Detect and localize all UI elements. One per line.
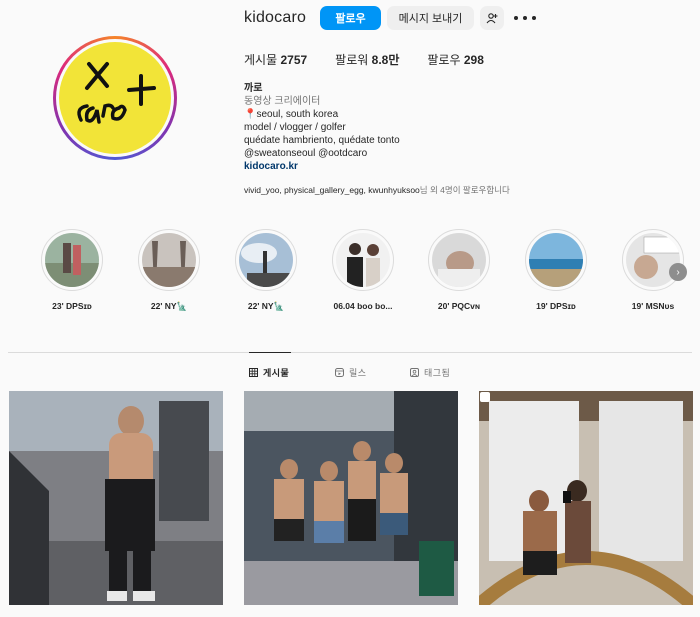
more-options-button[interactable]	[514, 10, 536, 26]
tab-label: 릴스	[349, 368, 367, 378]
highlight-ring	[332, 229, 394, 291]
highlight-label: 22' NY🗽	[150, 301, 188, 311]
chevron-right-icon: ›	[676, 266, 680, 278]
profile-avatar[interactable]	[53, 36, 177, 160]
highlight-item[interactable]: 19' MSNᴜs	[622, 229, 684, 311]
highlight-cover	[336, 233, 390, 287]
tab-active-indicator	[249, 352, 291, 353]
add-user-button[interactable]	[480, 6, 504, 30]
highlight-ring	[428, 229, 490, 291]
tab-divider	[8, 352, 692, 353]
profile-stats: 게시물 2757 팔로워 8.8만 팔로우 298	[244, 51, 512, 68]
more-icon-dot	[532, 16, 536, 20]
stat-value: 8.8만	[371, 53, 400, 67]
highlight-ring	[41, 229, 103, 291]
username: kidocaro	[244, 9, 307, 26]
highlights-next-button[interactable]: ›	[669, 263, 687, 281]
stat-posts: 게시물 2757	[244, 51, 307, 68]
highlight-item[interactable]: 22' NY🗽	[235, 229, 297, 311]
add-user-icon	[486, 13, 498, 24]
display-name: 까로	[244, 83, 263, 94]
avatar-image	[59, 42, 171, 154]
highlight-label: 19' MSNᴜs	[631, 301, 675, 311]
highlight-label: 22' NY🗽	[247, 301, 285, 311]
post-thumbnail[interactable]	[479, 391, 693, 605]
highlight-label: 23' DPSɪᴅ	[52, 301, 92, 311]
pin-icon: 📍	[244, 109, 257, 120]
bio-line: model / vlogger / golfer	[244, 122, 346, 133]
follow-button[interactable]: 팔로우	[320, 6, 381, 30]
tab-label: 태그됨	[424, 368, 451, 378]
stat-label: 팔로우	[427, 53, 461, 67]
tab-tagged[interactable]: 태그됨	[410, 366, 450, 379]
reels-icon	[335, 368, 344, 377]
highlight-item[interactable]: 19' DPSɪᴅ	[525, 229, 587, 311]
highlight-ring	[622, 229, 684, 291]
highlight-item[interactable]: 06.04 boo bo...	[332, 229, 394, 311]
highlight-cover	[45, 233, 99, 287]
bio-text: seoul, south korea	[256, 109, 339, 120]
highlight-cover	[432, 233, 486, 287]
tagged-icon	[410, 368, 419, 377]
highlight-label: 20' PQCᴠɴ	[437, 301, 481, 311]
highlight-cover	[529, 233, 583, 287]
stat-value: 2757	[280, 53, 308, 67]
bio-line-mentions[interactable]: @sweatonseoul @ootdcaro	[244, 147, 400, 160]
post-thumbnail[interactable]	[244, 391, 458, 605]
post-thumbnail[interactable]	[9, 391, 223, 605]
followed-by-suffix: 님 외 4명이 팔로우합니다	[419, 185, 510, 195]
multiple-photos-icon	[480, 392, 490, 402]
highlight-label: 06.04 boo bo...	[333, 301, 393, 311]
highlight-cover	[142, 233, 196, 287]
grid-icon	[249, 368, 258, 377]
highlight-ring	[235, 229, 297, 291]
highlight-ring	[525, 229, 587, 291]
bio-line-location: 📍seoul, south korea	[244, 108, 400, 121]
highlight-item[interactable]: 20' PQCᴠɴ	[428, 229, 490, 311]
stat-label: 게시물	[244, 53, 278, 67]
bio-line: quédate hambriento, quédate tonto	[244, 135, 400, 146]
highlight-item[interactable]: 23' DPSɪᴅ	[41, 229, 103, 311]
stat-followers[interactable]: 팔로워 8.8만	[335, 51, 399, 68]
message-button[interactable]: 메시지 보내기	[387, 6, 474, 30]
category-label: 동영상 크리에이터	[244, 96, 321, 107]
followed-by[interactable]: vivid_yoo, physical_gallery_egg, kwunhyu…	[244, 184, 510, 196]
tab-reels[interactable]: 릴스	[335, 366, 367, 379]
highlight-label: 19' DPSɪᴅ	[536, 301, 576, 311]
stat-label: 팔로워	[335, 53, 369, 67]
highlight-cover	[239, 233, 293, 287]
followed-by-names[interactable]: vivid_yoo, physical_gallery_egg, kwunhyu…	[244, 185, 420, 195]
stat-value: 298	[463, 53, 484, 67]
tab-label: 게시물	[263, 368, 290, 378]
more-icon-dot	[523, 16, 527, 20]
stat-following[interactable]: 팔로우 298	[427, 51, 484, 68]
highlight-ring	[138, 229, 200, 291]
tab-posts[interactable]: 게시물	[249, 366, 289, 379]
highlight-item[interactable]: 22' NY🗽	[138, 229, 200, 311]
profile-bio: 까로 동영상 크리에이터 📍seoul, south korea model /…	[244, 82, 400, 173]
avatar-border	[56, 39, 174, 157]
more-icon	[514, 16, 518, 20]
profile-link[interactable]: kidocaro.kr	[244, 160, 400, 173]
